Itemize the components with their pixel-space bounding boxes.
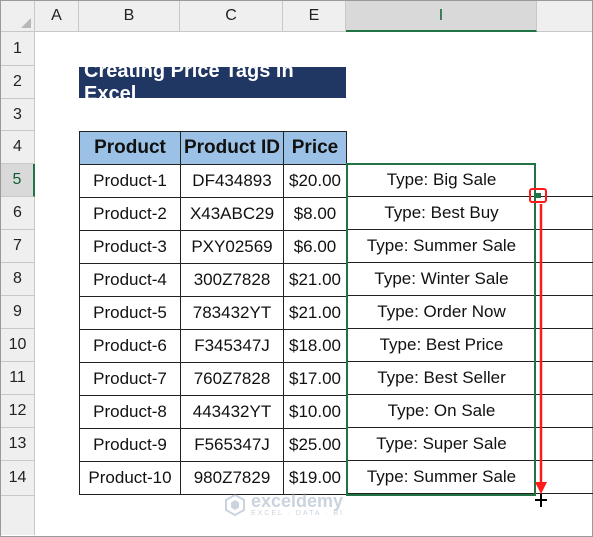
watermark-tagline: EXCEL · DATA · BI [251,510,344,517]
drag-arrow-head [535,482,547,494]
watermark-name: exceldemy [251,491,344,511]
exceldemy-watermark: exceldemy EXCEL · DATA · BI [223,492,344,517]
drag-arrow-overlay [535,204,547,507]
crosshair-cursor-icon [535,494,547,507]
exceldemy-logo-icon [225,493,245,516]
